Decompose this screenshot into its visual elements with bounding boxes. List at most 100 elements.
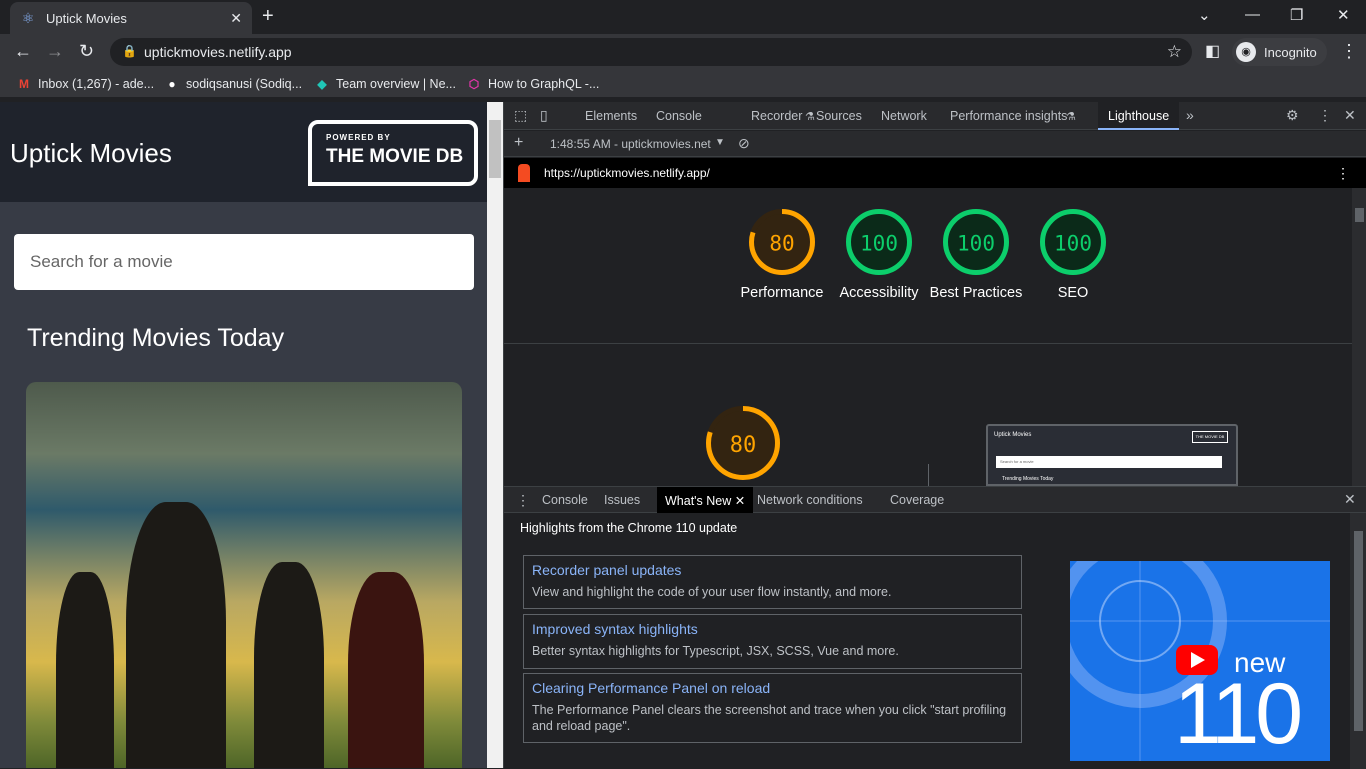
close-window-button[interactable]: ✕ xyxy=(1337,6,1350,24)
devtools-menu-icon[interactable]: ⋮ xyxy=(1318,107,1332,124)
drawer-scroll-thumb[interactable] xyxy=(1354,531,1363,731)
flask-icon: ⚗ xyxy=(1066,111,1076,123)
lock-icon[interactable]: 🔒 xyxy=(122,44,137,58)
movie-search-input[interactable] xyxy=(14,234,474,290)
incognito-icon: ◉ xyxy=(1236,42,1256,62)
tab-sources[interactable]: Sources xyxy=(816,109,862,123)
tab-search-chevron-icon[interactable]: ⌄ xyxy=(1198,6,1211,24)
page-viewport: Uptick Movies POWERED BY THE MOVIE DB Tr… xyxy=(0,102,487,768)
poster-figure xyxy=(254,562,324,768)
bookmark-item[interactable]: ◆ Team overview | Ne... xyxy=(314,76,456,92)
github-icon: ● xyxy=(168,77,176,91)
tmdb-logo[interactable]: POWERED BY THE MOVIE DB xyxy=(308,120,478,186)
feature-desc: The Performance Panel clears the screens… xyxy=(532,703,1007,733)
tab-network[interactable]: Network xyxy=(881,109,927,123)
feature-desc: Better syntax highlights for Typescript,… xyxy=(532,644,899,658)
restore-button[interactable]: ❐ xyxy=(1290,6,1303,24)
netlify-icon: ◆ xyxy=(317,77,327,91)
more-tabs-icon[interactable]: » xyxy=(1186,107,1194,123)
report-scrollbar[interactable] xyxy=(1352,188,1366,486)
tab-console[interactable]: Console xyxy=(656,109,702,123)
chrome-110-promo-image[interactable]: new 110 xyxy=(1070,561,1330,761)
back-arrow-icon[interactable]: ← xyxy=(14,42,32,60)
score-ring: 80 xyxy=(749,209,815,275)
minimize-button[interactable]: — xyxy=(1245,6,1260,23)
report-selector[interactable]: 1:48:55 AM - uptickmovies.net xyxy=(550,137,711,151)
drawer-menu-icon[interactable]: ⋮ xyxy=(516,492,530,509)
tab-performance-insights[interactable]: Performance insights xyxy=(950,109,1067,123)
address-url[interactable]: uptickmovies.netlify.app xyxy=(144,44,292,60)
new-report-icon[interactable]: + xyxy=(514,134,523,152)
feature-card[interactable]: Clearing Performance Panel on reload The… xyxy=(523,673,1022,743)
drawer-scrollbar[interactable] xyxy=(1350,513,1366,769)
react-favicon-icon: ⚛ xyxy=(21,10,35,26)
feature-card[interactable]: Recorder panel updates View and highligh… xyxy=(523,555,1022,609)
side-panel-icon[interactable]: ◧ xyxy=(1205,43,1220,61)
close-devtools-icon[interactable]: ✕ xyxy=(1344,107,1356,124)
drawer-tab-whats-new-label: What's New xyxy=(665,494,732,508)
bookmark-label: sodiqsanusi (Sodiq... xyxy=(186,77,303,91)
drawer-tab-issues[interactable]: Issues xyxy=(604,493,640,507)
feature-card[interactable]: Improved syntax highlights Better syntax… xyxy=(523,614,1022,669)
svg-text:80: 80 xyxy=(769,232,794,256)
bookmark-item[interactable]: ● sodiqsanusi (Sodiq... xyxy=(164,76,302,92)
report-scroll-thumb[interactable] xyxy=(1355,208,1364,222)
close-tab-icon[interactable]: ✕ xyxy=(230,10,242,27)
bookmark-label: Inbox (1,267) - ade... xyxy=(38,77,155,91)
feature-title[interactable]: Improved syntax highlights xyxy=(532,621,1013,637)
inspect-element-icon[interactable]: ⬚ xyxy=(514,107,527,124)
lighthouse-report: 80 Performance 100 Accessibility 100 Best P… xyxy=(504,188,1352,486)
poster-figure xyxy=(348,572,424,768)
forward-arrow-icon[interactable]: → xyxy=(46,42,64,60)
score-gauge[interactable]: 100 Accessibility xyxy=(831,209,927,303)
close-drawer-icon[interactable]: ✕ xyxy=(1344,491,1356,508)
divider xyxy=(504,343,1352,344)
drawer-tab-bar: ⋮ Console Issues What's New ✕ Network co… xyxy=(504,487,1366,513)
promo-number: 110 xyxy=(1174,666,1303,761)
report-menu-icon[interactable]: ⋮ xyxy=(1336,165,1350,182)
score-gauge[interactable]: 100 SEO xyxy=(1025,209,1121,303)
bookmark-item[interactable]: M Inbox (1,267) - ade... xyxy=(16,76,154,92)
menu-kebab-icon[interactable]: ⋮ xyxy=(1340,42,1358,60)
whats-new-heading: Highlights from the Chrome 110 update xyxy=(520,521,738,535)
movie-poster[interactable] xyxy=(26,382,462,768)
bookmark-star-icon[interactable]: ☆ xyxy=(1167,42,1182,62)
reload-icon[interactable]: ↻ xyxy=(79,42,94,60)
new-tab-button[interactable]: + xyxy=(262,6,274,26)
tab-recorder[interactable]: Recorder xyxy=(751,109,802,123)
performance-big-gauge[interactable]: 80 xyxy=(706,406,780,485)
address-bar[interactable]: 🔒 uptickmovies.netlify.app ☆ xyxy=(110,38,1192,66)
trending-heading: Trending Movies Today xyxy=(27,324,285,352)
tab-elements[interactable]: Elements xyxy=(585,109,637,123)
tab-lighthouse[interactable]: Lighthouse xyxy=(1098,102,1180,130)
thumb-title: Uptick Movies xyxy=(994,432,1032,438)
device-toolbar-icon[interactable]: ▯ xyxy=(540,107,548,124)
drawer-tab-whats-new[interactable]: What's New ✕ xyxy=(657,487,754,513)
bookmark-label: How to GraphQL -... xyxy=(488,77,600,91)
score-gauge[interactable]: 80 Performance xyxy=(734,209,830,303)
settings-gear-icon[interactable]: ⚙ xyxy=(1286,107,1299,124)
incognito-indicator[interactable]: ◉ Incognito xyxy=(1232,38,1327,66)
browser-tab[interactable]: ⚛ Uptick Movies ✕ xyxy=(10,2,252,34)
thumb-logo: THE MOVIE DB xyxy=(1192,431,1228,443)
feature-title[interactable]: Clearing Performance Panel on reload xyxy=(532,680,1013,696)
score-ring: 100 xyxy=(943,209,1009,275)
drawer-tab-coverage[interactable]: Coverage xyxy=(890,493,944,507)
svg-text:100: 100 xyxy=(1054,232,1092,256)
clear-reports-icon[interactable]: ⊘ xyxy=(738,135,750,152)
drawer-tab-console[interactable]: Console xyxy=(542,493,588,507)
drawer-tab-network-conditions[interactable]: Network conditions xyxy=(757,493,863,507)
page-scrollbar[interactable] xyxy=(487,102,503,768)
bookmark-item[interactable]: ⬡ How to GraphQL -... xyxy=(466,76,600,92)
close-tab-icon[interactable]: ✕ xyxy=(735,494,745,508)
page-screenshot-thumbnail[interactable]: Uptick Movies THE MOVIE DB Search for a … xyxy=(986,424,1238,486)
score-gauge[interactable]: 100 Best Practices xyxy=(928,209,1024,303)
dropdown-arrow-icon[interactable]: ▼ xyxy=(715,137,725,148)
score-ring: 100 xyxy=(1040,209,1106,275)
report-url[interactable]: https://uptickmovies.netlify.app/ xyxy=(544,166,710,180)
feature-title[interactable]: Recorder panel updates xyxy=(532,562,1013,578)
browser-toolbar: ← → ↻ 🔒 uptickmovies.netlify.app ☆ ◧ ◉ I… xyxy=(0,34,1366,70)
site-title[interactable]: Uptick Movies xyxy=(10,138,172,169)
page-scroll-thumb[interactable] xyxy=(489,120,501,178)
svg-text:100: 100 xyxy=(860,232,898,256)
